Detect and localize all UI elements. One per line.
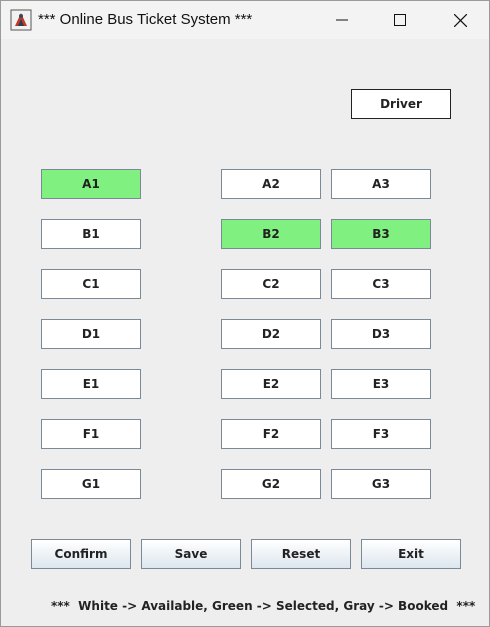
seat-g2-button[interactable]: G2	[221, 469, 321, 499]
window-title: *** Online Bus Ticket System ***	[38, 11, 253, 28]
color-legend: *** White -> Available, Green -> Selecte…	[51, 599, 476, 613]
seat-c3-button[interactable]: C3	[331, 269, 431, 299]
seat-f3-button[interactable]: F3	[331, 419, 431, 449]
seat-e2-button[interactable]: E2	[221, 369, 321, 399]
seat-a2-button[interactable]: A2	[221, 169, 321, 199]
close-icon	[453, 13, 467, 27]
seat-b1-button[interactable]: B1	[41, 219, 141, 249]
seat-g1-button[interactable]: G1	[41, 469, 141, 499]
save-button[interactable]: Save	[141, 539, 241, 569]
seat-f2-button[interactable]: F2	[221, 419, 321, 449]
seat-d1-button[interactable]: D1	[41, 319, 141, 349]
seat-d3-button[interactable]: D3	[331, 319, 431, 349]
seat-c2-button[interactable]: C2	[221, 269, 321, 299]
seat-d2-button[interactable]: D2	[221, 319, 321, 349]
exit-button[interactable]: Exit	[361, 539, 461, 569]
title-bar: *** Online Bus Ticket System ***	[1, 1, 489, 39]
maximize-icon	[394, 14, 406, 26]
java-app-icon	[10, 9, 32, 31]
close-button[interactable]	[437, 1, 483, 39]
seat-e1-button[interactable]: E1	[41, 369, 141, 399]
seat-panel: Driver A1 A2 A3 B1 B2 B3 C1 C2 C3 D1 D2 …	[1, 39, 489, 626]
minimize-icon	[336, 19, 348, 21]
seat-c1-button[interactable]: C1	[41, 269, 141, 299]
seat-g3-button[interactable]: G3	[331, 469, 431, 499]
seat-e3-button[interactable]: E3	[331, 369, 431, 399]
app-window: *** Online Bus Ticket System *** Driver …	[0, 0, 490, 627]
maximize-button[interactable]	[377, 1, 423, 39]
seat-b3-button[interactable]: B3	[331, 219, 431, 249]
driver-button[interactable]: Driver	[351, 89, 451, 119]
minimize-button[interactable]	[319, 1, 365, 39]
confirm-button[interactable]: Confirm	[31, 539, 131, 569]
seat-f1-button[interactable]: F1	[41, 419, 141, 449]
seat-b2-button[interactable]: B2	[221, 219, 321, 249]
seat-a1-button[interactable]: A1	[41, 169, 141, 199]
reset-button[interactable]: Reset	[251, 539, 351, 569]
seat-a3-button[interactable]: A3	[331, 169, 431, 199]
